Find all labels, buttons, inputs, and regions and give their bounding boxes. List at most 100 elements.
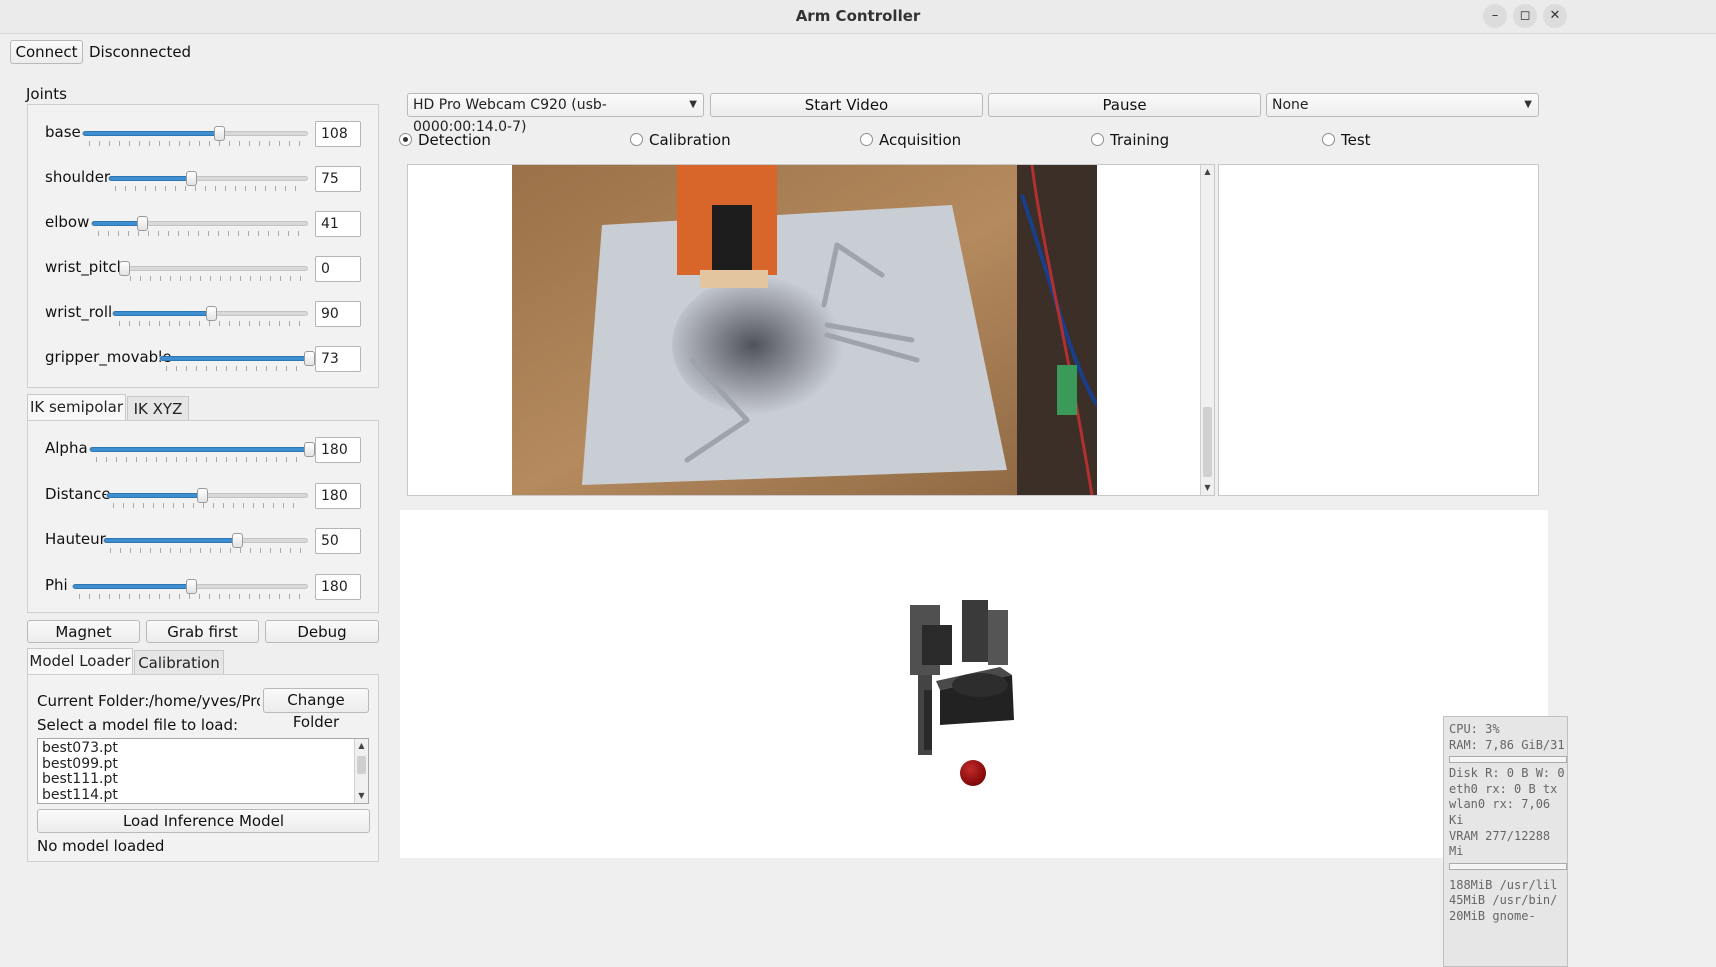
model-select-value: None <box>1272 97 1309 113</box>
minimize-icon[interactable]: – <box>1483 4 1507 28</box>
slider-handle[interactable] <box>186 578 197 594</box>
joint-slider[interactable] <box>91 216 308 236</box>
joint-slider[interactable] <box>119 261 308 281</box>
process-line: 188MiB /usr/lil <box>1449 877 1558 892</box>
maximize-icon[interactable]: ◻ <box>1513 4 1537 28</box>
radio-label-calibration[interactable]: Calibration <box>649 131 731 149</box>
joint-label: wrist_pitch <box>45 258 127 276</box>
joint-value-input[interactable]: 75 <box>315 166 361 192</box>
joint-slider[interactable] <box>108 171 308 191</box>
radio-label-training[interactable]: Training <box>1110 131 1169 149</box>
ik-slider[interactable] <box>103 533 308 553</box>
camera-select[interactable]: HD Pro Webcam C920 (usb-0000:00:14.0-7) … <box>407 93 704 135</box>
ik-value-input[interactable]: 50 <box>315 528 361 554</box>
change-folder-button[interactable]: Change Folder <box>263 688 369 731</box>
joint-row: shoulder 75 <box>28 164 378 194</box>
slider-fill <box>90 447 309 452</box>
ik-label: Phi <box>45 575 68 594</box>
radio-acquisition[interactable] <box>860 133 873 146</box>
close-icon[interactable]: ✕ <box>1543 4 1567 28</box>
ik-row: Distance 180 <box>28 481 378 511</box>
joint-slider[interactable] <box>82 126 308 146</box>
ik-value-input[interactable]: 180 <box>315 437 361 463</box>
slider-handle[interactable] <box>206 306 217 321</box>
scroll-up-icon[interactable]: ▲ <box>1201 165 1214 179</box>
disk-text: Disk R: 0 B W: 0 <box>1449 766 1565 781</box>
eth0-text: eth0 rx: 0 B tx <box>1449 781 1558 796</box>
start-video-button[interactable]: Start Video <box>710 93 983 117</box>
title-bar: Arm Controller – ◻ ✕ <box>0 0 1716 34</box>
tab-ik-semipolar[interactable]: IK semipolar <box>27 394 126 422</box>
slider-handle[interactable] <box>304 351 315 366</box>
list-item[interactable]: best114.pt <box>38 787 354 804</box>
model-status: No model loaded <box>37 837 165 855</box>
magnet-button[interactable]: Magnet <box>27 620 140 643</box>
joint-value-input[interactable]: 90 <box>315 301 361 327</box>
pause-button[interactable]: Pause <box>988 93 1261 117</box>
joint-label: shoulder <box>45 168 111 186</box>
radio-label-detection[interactable]: Detection <box>418 131 491 149</box>
joint-label: base <box>45 123 81 141</box>
slider-handle[interactable] <box>232 533 244 548</box>
video-view: ▲ ▼ <box>407 164 1215 496</box>
slider-handle[interactable] <box>186 171 197 186</box>
slider-fill <box>160 356 309 361</box>
slider-handle[interactable] <box>136 216 148 231</box>
list-item[interactable]: best099.pt <box>38 756 354 773</box>
ik-label: Hauteur <box>45 530 106 548</box>
model-list-scrollbar[interactable]: ▲ ▼ <box>354 739 368 803</box>
slider-ticks <box>79 593 301 599</box>
debug-button[interactable]: Debug <box>265 620 379 643</box>
radio-label-test[interactable]: Test <box>1341 131 1371 149</box>
model-select[interactable]: None ▼ <box>1266 93 1539 117</box>
joint-value-input[interactable]: 108 <box>315 121 361 147</box>
scroll-thumb[interactable] <box>1203 407 1212 477</box>
joint-row: elbow 41 <box>28 209 378 239</box>
joint-row: wrist_pitch 0 <box>28 254 378 284</box>
joint-slider[interactable] <box>159 351 315 371</box>
slider-ticks <box>98 231 301 236</box>
scroll-up-icon[interactable]: ▲ <box>355 739 368 753</box>
ik-value-input[interactable]: 180 <box>315 482 361 509</box>
scroll-down-icon[interactable]: ▼ <box>355 789 368 803</box>
chevron-down-icon: ▼ <box>1524 99 1532 110</box>
scroll-thumb[interactable] <box>357 756 366 774</box>
ik-label: Distance <box>45 484 111 503</box>
tab-ik-xyz[interactable]: IK XYZ <box>127 396 189 422</box>
radio-calibration[interactable] <box>630 133 643 146</box>
process-line: 45MiB /usr/bin/ <box>1449 893 1558 908</box>
joint-value-input[interactable]: 0 <box>315 256 361 282</box>
slider-handle[interactable] <box>119 261 130 276</box>
radio-detection[interactable] <box>399 133 412 146</box>
slider-fill <box>109 176 191 181</box>
joint-label: elbow <box>45 213 90 231</box>
video-scrollbar[interactable]: ▲ ▼ <box>1200 165 1214 495</box>
radio-label-acquisition[interactable]: Acquisition <box>879 131 961 149</box>
ik-slider[interactable] <box>106 487 308 508</box>
model-file-list[interactable]: best073.pt best099.pt best111.pt best114.pt… <box>37 738 369 804</box>
joint-value-input[interactable]: 73 <box>315 346 361 372</box>
grab-first-button[interactable]: Grab first <box>146 620 259 643</box>
load-inference-model-button[interactable]: Load Inference Model <box>37 809 370 833</box>
slider-handle[interactable] <box>213 126 225 141</box>
slider-fill <box>113 311 211 316</box>
ik-slider[interactable] <box>89 442 315 462</box>
joint-value-input[interactable]: 41 <box>315 211 361 237</box>
joint-slider[interactable] <box>112 306 308 326</box>
ik-value-input[interactable]: 180 <box>315 573 361 600</box>
select-model-label: Select a model file to load: <box>37 716 239 734</box>
arm-3d-view[interactable] <box>400 510 1548 858</box>
radio-test[interactable] <box>1322 133 1335 146</box>
list-item[interactable]: best111.pt <box>38 771 354 788</box>
tab-calibration[interactable]: Calibration <box>134 650 224 676</box>
list-item[interactable]: best073.pt <box>38 740 354 757</box>
connect-button[interactable]: Connect <box>10 40 83 64</box>
tab-model-loader[interactable]: Model Loader <box>27 648 133 676</box>
ik-slider[interactable] <box>72 578 308 599</box>
slider-handle[interactable] <box>304 442 315 457</box>
slider-handle[interactable] <box>196 487 208 503</box>
vram-bar <box>1449 862 1567 870</box>
scroll-down-icon[interactable]: ▼ <box>1201 481 1214 495</box>
radio-training[interactable] <box>1091 133 1104 146</box>
slider-fill <box>83 131 219 136</box>
